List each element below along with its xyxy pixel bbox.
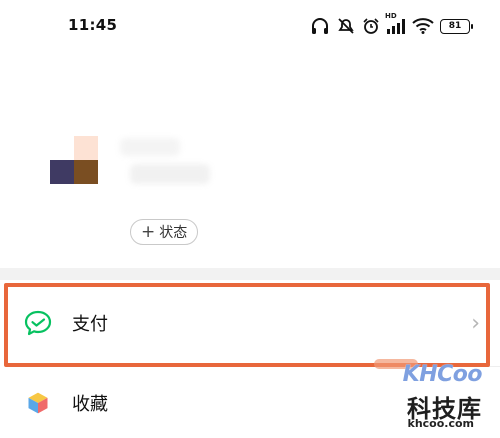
status-button-label: 状态 bbox=[159, 225, 188, 241]
watermark-domain: khcoo.com bbox=[407, 417, 475, 430]
add-status-button[interactable]: + 状态 bbox=[130, 219, 199, 245]
headphones-icon bbox=[310, 17, 330, 35]
avatar[interactable] bbox=[50, 136, 98, 184]
chevron-right-icon: › bbox=[471, 310, 480, 336]
status-bar: 11:45 HD 81 bbox=[0, 0, 500, 56]
mute-icon bbox=[336, 17, 356, 35]
section-divider bbox=[0, 268, 500, 280]
wifi-icon bbox=[412, 18, 434, 34]
menu-item-pay[interactable]: 支付 › bbox=[0, 280, 500, 366]
network-hd-label: HD bbox=[385, 12, 397, 20]
wechat-pay-icon bbox=[22, 307, 54, 339]
alarm-icon bbox=[362, 17, 380, 35]
blurred-username bbox=[120, 138, 180, 156]
status-time: 11:45 bbox=[68, 16, 118, 34]
profile-header[interactable]: + 状态 bbox=[0, 90, 500, 260]
watermark-logo: KHCoo bbox=[402, 362, 483, 387]
battery-icon: 81 bbox=[440, 18, 473, 34]
status-icons: HD 81 bbox=[310, 12, 473, 37]
menu-item-label: 收藏 bbox=[72, 394, 108, 415]
menu-item-label: 支付 bbox=[72, 314, 108, 335]
plus-icon: + bbox=[141, 221, 156, 242]
battery-level: 81 bbox=[448, 21, 462, 31]
signal-icon: HD bbox=[385, 12, 406, 34]
watermark: KHCoo 科技库 khcoo.com bbox=[392, 362, 486, 430]
blurred-account-id bbox=[130, 164, 210, 184]
favorites-cube-icon bbox=[22, 387, 54, 419]
